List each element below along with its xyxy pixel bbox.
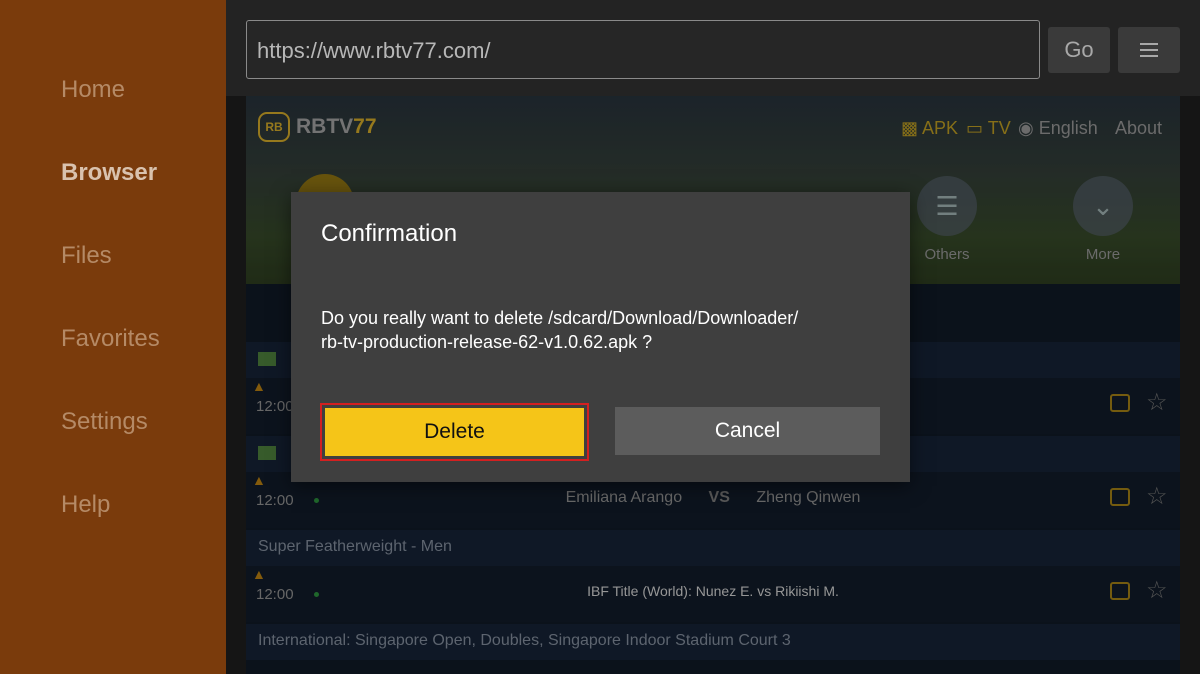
sidebar-item-settings[interactable]: Settings xyxy=(61,408,148,436)
sidebar: Home Browser Files Favorites Settings He… xyxy=(0,0,226,674)
sidebar-item-browser[interactable]: Browser xyxy=(61,159,157,187)
sidebar-item-files[interactable]: Files xyxy=(61,242,112,270)
sidebar-item-home[interactable]: Home xyxy=(61,76,125,104)
menu-button[interactable] xyxy=(1118,27,1180,73)
browser-toolbar: https://www.rbtv77.com/ Go xyxy=(226,0,1200,96)
sidebar-item-help[interactable]: Help xyxy=(61,491,110,519)
go-button[interactable]: Go xyxy=(1048,27,1110,73)
delete-button-focus-ring: Delete xyxy=(320,403,589,461)
cancel-button[interactable]: Cancel xyxy=(615,407,880,455)
dialog-title: Confirmation xyxy=(321,220,458,247)
sidebar-item-favorites[interactable]: Favorites xyxy=(61,325,160,353)
url-value: https://www.rbtv77.com/ xyxy=(257,38,491,63)
delete-button[interactable]: Delete xyxy=(325,408,584,456)
confirmation-dialog: Confirmation Do you really want to delet… xyxy=(291,192,910,482)
hamburger-menu-icon xyxy=(1140,43,1158,45)
dialog-message: Do you really want to delete /sdcard/Dow… xyxy=(321,308,799,352)
url-input[interactable]: https://www.rbtv77.com/ xyxy=(246,20,1040,79)
